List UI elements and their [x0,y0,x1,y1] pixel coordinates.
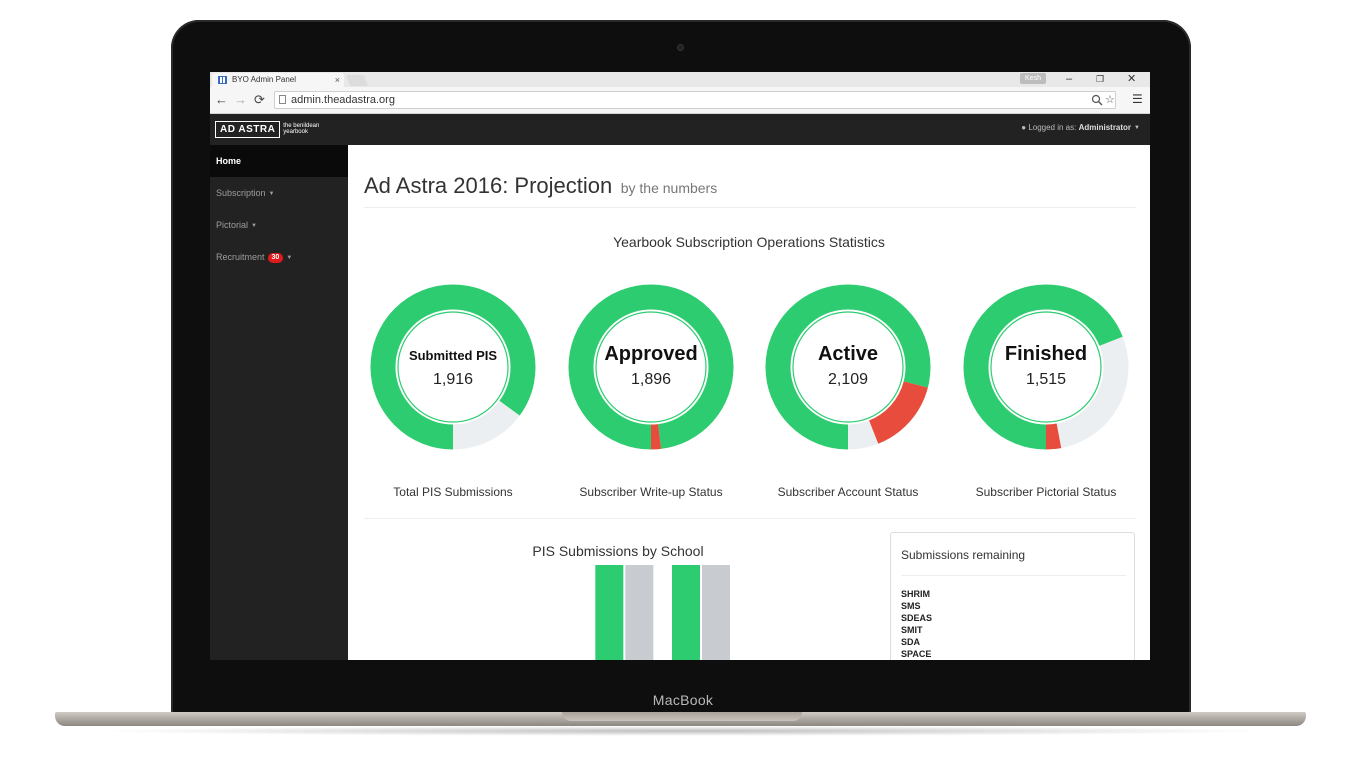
close-window-icon[interactable]: ✕ [1127,72,1136,86]
sidebar-item-pictorial[interactable]: Pictorial ▼ [210,209,348,241]
page-icon [279,95,286,104]
list-item: SMIT [901,625,923,635]
sidebar-item-label: Home [216,156,242,166]
chevron-down-icon: ▼ [286,254,293,261]
submissions-remaining-panel: Submissions remaining SHRIM SMS SDEAS SM… [890,532,1135,660]
back-icon[interactable]: ← [215,92,228,108]
donut-label: Subscriber Write-up Status [579,485,723,499]
bar [595,565,624,660]
bar-chart-title: PIS Submissions by School [532,543,704,559]
chevron-down-icon: ▼ [1134,124,1140,131]
browser-tabbar: BYO Admin Panel × Kesh – ❐ ✕ [210,72,1150,87]
browser-menu-icon[interactable]: ☰ [1132,92,1143,106]
list-item: SHRIM [901,589,930,599]
reload-icon[interactable]: ⟳ [254,92,265,108]
new-tab-button[interactable] [345,75,369,86]
donut-value: 1,916 [433,371,473,388]
minimize-icon[interactable]: – [1066,72,1072,86]
camera-icon [677,44,684,51]
list-item: SDA [901,637,921,647]
donut-inner-ring [397,311,509,423]
donut-title: Submitted PIS [409,348,497,363]
forward-icon[interactable]: → [234,92,247,108]
brand-logo[interactable]: AD ASTRA the benildean yearbook [215,119,323,139]
bar [672,565,700,660]
notification-badge: 30 [267,252,284,263]
school-list: SHRIM SMS SDEAS SMIT SDA SPACE [901,588,932,660]
list-item: SMS [901,601,921,611]
chevron-down-icon: ▼ [251,222,257,229]
laptop-shadow [90,726,1276,736]
user-icon: ● [1021,123,1027,132]
tab-title: BYO Admin Panel [232,75,297,84]
donut-chart-finished[interactable]: Finished 1,515 [961,282,1131,452]
sidebar-item-label: Recruitment [216,252,265,262]
donut-segment-0 [568,284,734,450]
bar [625,565,654,660]
browser-toolbar: ← → ⟳ admin.theadastra.org ☆ ☰ [210,87,1150,114]
login-user: Administrator [1078,123,1132,132]
sidebar-item-label: Pictorial [216,220,249,230]
profile-button[interactable]: Kesh [1020,73,1046,84]
donut-value: 2,109 [828,371,868,388]
login-prefix: Logged in as: [1028,123,1077,132]
brand-main: AD ASTRA [215,120,281,138]
donut-value: 1,896 [631,371,671,388]
zoom-icon[interactable] [1091,94,1103,106]
donut-label: Subscriber Account Status [777,485,919,499]
list-item: SPACE [901,649,932,659]
user-menu[interactable]: ● Logged in as: Administrator ▼ [1021,123,1140,132]
divider [901,575,1126,576]
donut-chart-approved[interactable]: Approved 1,896 [566,282,736,452]
brand-sub: the benildean yearbook [283,123,320,135]
donut-inner-ring [792,311,904,423]
app-navbar: AD ASTRA the benildean yearbook ● Logged… [210,114,1150,145]
chevron-down-icon: ▼ [268,190,275,197]
restore-icon[interactable]: ❐ [1096,72,1104,86]
page-title: Ad Astra 2016: Projection [364,173,613,198]
favicon-icon [218,76,227,84]
browser-tab[interactable]: BYO Admin Panel × [212,73,344,87]
page-header: Ad Astra 2016: Projection by the numbers [364,173,1136,208]
donut-title: Active [818,343,878,365]
bar [702,565,730,660]
donut-label: Subscriber Pictorial Status [975,485,1117,499]
sidebar-item-label: Subscription [216,188,266,198]
donut-value: 1,515 [1026,371,1066,388]
bookmark-star-icon[interactable]: ☆ [1105,92,1115,108]
donut-chart-active[interactable]: Active 2,109 [763,282,933,452]
sidebar-item-subscription[interactable]: Subscription ▼ [210,177,348,209]
main-content: Ad Astra 2016: Projection by the numbers… [348,145,1150,660]
laptop-notch [562,712,802,721]
sidebar: Home Subscription ▼ Pictorial ▼ Recruitmen… [210,145,348,660]
divider [364,518,1136,519]
donut-title: Finished [1005,343,1087,365]
sidebar-item-home[interactable]: Home [210,145,348,177]
donut-title: Approved [604,343,697,365]
donut-label: Total PIS Submissions [393,485,513,499]
donut-inner-ring [990,311,1102,423]
device-label: MacBook [652,692,714,708]
address-bar[interactable]: admin.theadastra.org ☆ [274,91,1116,109]
page-subtitle: by the numbers [620,180,718,196]
screen: BYO Admin Panel × Kesh – ❐ ✕ ← → ⟳ admin… [210,72,1150,660]
donut-inner-ring [595,311,707,423]
list-item: SDEAS [901,613,933,623]
panel-title: Submissions remaining [901,548,1026,562]
sidebar-item-recruitment[interactable]: Recruitment 30 ▼ [210,241,348,273]
donut-chart-submitted[interactable]: Submitted PIS 1,916 [368,282,538,452]
tab-close-icon[interactable]: × [335,73,340,87]
bar-chart[interactable]: 800600 [364,565,864,660]
stats-title: Yearbook Subscription Operations Statist… [613,234,885,250]
url-text: admin.theadastra.org [291,94,395,106]
